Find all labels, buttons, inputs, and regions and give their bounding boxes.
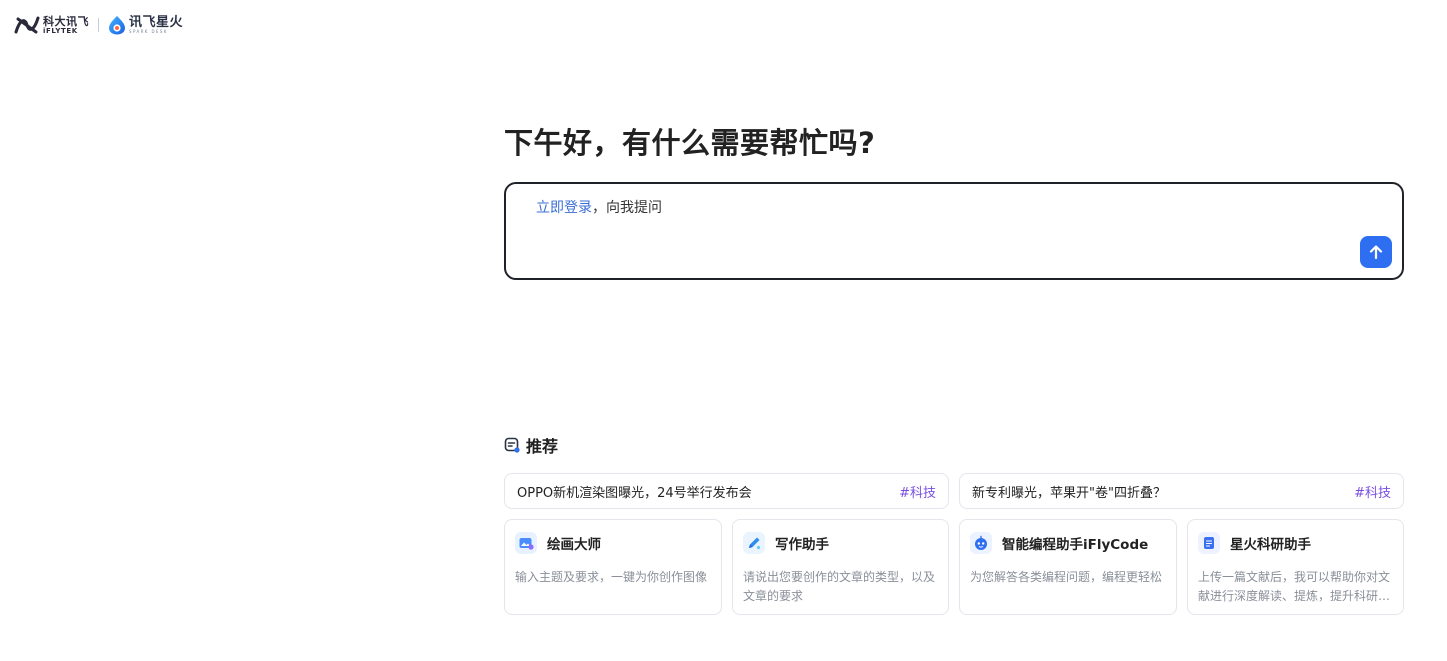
spark-flame-icon: [109, 16, 125, 35]
document-icon: [1198, 532, 1220, 554]
logo-bar: 科大讯飞 iFLYTEK 讯飞星火 SPARK DESK: [14, 12, 183, 38]
logo-divider: [98, 18, 99, 32]
robot-icon: [970, 532, 992, 554]
news-text: 新专利曝光，苹果开"卷"四折叠？: [972, 485, 1166, 501]
tool-name: 绘画大师: [547, 537, 601, 553]
recommend-title: 推荐: [526, 437, 559, 456]
news-text: OPPO新机渲染图曝光，24号举行发布会: [517, 485, 752, 501]
tool-card-research[interactable]: 星火科研助手 上传一篇文献后，我可以帮助你对文献进行深度解读、提炼，提升科研效率: [1187, 519, 1404, 615]
paint-icon: [515, 532, 537, 554]
tool-name: 写作助手: [775, 537, 829, 553]
login-link[interactable]: 立即登录: [536, 200, 592, 216]
spark-logo-cn: 讯飞星火: [129, 15, 184, 30]
input-prompt-suffix: ，向我提问: [592, 200, 662, 216]
iflytek-logo-en: iFLYTEK: [43, 26, 78, 35]
chat-input-box[interactable]: 立即登录，向我提问: [504, 182, 1404, 280]
tool-desc: 输入主题及要求，一键为你创作图像: [515, 570, 708, 584]
tool-card-code[interactable]: 智能编程助手iFlyCode 为您解答各类编程问题，编程更轻松: [959, 519, 1177, 615]
tool-name: 智能编程助手iFlyCode: [1002, 537, 1149, 553]
tool-desc: 上传一篇文献后，我可以帮助你对文献进行深度解读、提炼，提升科研效率: [1198, 570, 1391, 603]
recommend-icon: [504, 437, 520, 453]
spark-logo-en: SPARK DESK: [129, 29, 168, 34]
greeting-title: 下午好，有什么需要帮忙吗?: [504, 126, 876, 160]
news-card[interactable]: OPPO新机渲染图曝光，24号举行发布会 #科技: [504, 473, 949, 509]
news-tag[interactable]: #科技: [899, 482, 936, 501]
input-prompt: 立即登录，向我提问: [536, 197, 662, 217]
iflytek-logo-icon: [14, 16, 40, 34]
iflytek-logo[interactable]: 科大讯飞 iFLYTEK: [14, 15, 89, 35]
spark-logo[interactable]: 讯飞星火 SPARK DESK: [108, 15, 183, 35]
tool-desc: 请说出您要创作的文章的类型，以及文章的要求: [743, 570, 936, 603]
news-tag[interactable]: #科技: [1354, 482, 1391, 501]
tool-name: 星火科研助手: [1230, 537, 1311, 553]
arrow-up-icon: [1369, 245, 1383, 260]
iflytek-logo-cn: 科大讯飞: [43, 14, 89, 28]
tool-card-writing[interactable]: 写作助手 请说出您要创作的文章的类型，以及文章的要求: [732, 519, 949, 615]
tool-desc: 为您解答各类编程问题，编程更轻松: [970, 570, 1163, 584]
news-card[interactable]: 新专利曝光，苹果开"卷"四折叠？ #科技: [959, 473, 1404, 509]
recommend-header: 推荐: [504, 433, 558, 457]
send-button[interactable]: [1360, 236, 1392, 268]
pen-icon: [743, 532, 765, 554]
tool-card-paint[interactable]: 绘画大师 输入主题及要求，一键为你创作图像: [504, 519, 722, 615]
